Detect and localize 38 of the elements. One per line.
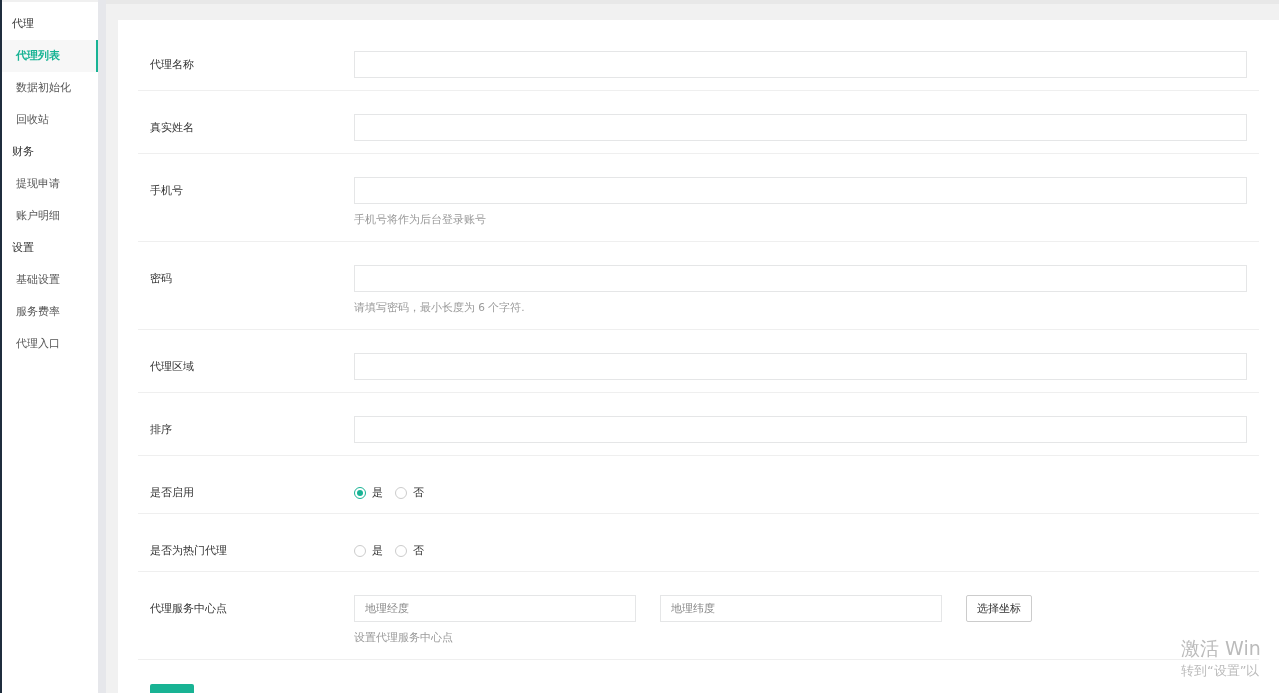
sidebar-item[interactable]: 账户明细 [2,200,98,232]
help-text: 手机号将作为后台登录账号 [354,213,486,227]
input-field[interactable] [354,51,1247,78]
input-field[interactable] [354,265,1247,292]
input-field[interactable] [354,416,1247,443]
field-label: 真实姓名 [150,120,195,136]
radio-label: 否 [413,543,424,558]
field-label: 代理区域 [150,359,195,375]
field-label: 密码 [150,271,173,287]
sidebar-group-title: 财务 [11,144,35,160]
sidebar-item[interactable]: 回收站 [2,104,98,136]
activation-title: 激活 Win [1181,636,1261,661]
help-text: 请填写密码，最小长度为 6 个字符. [354,301,525,315]
input-field[interactable] [354,114,1247,141]
input-field[interactable]: 地理经度 [354,595,636,622]
sidebar-item[interactable]: 代理入口 [2,328,98,360]
submit-button[interactable] [150,684,194,693]
sidebar-group-title: 代理 [11,16,35,32]
field-label: 是否启用 [150,485,195,501]
radio-label: 是 [372,543,383,558]
field-label: 排序 [150,422,173,438]
field-label: 代理名称 [150,57,195,73]
activation-subtitle: 转到“设置”以 [1181,662,1261,680]
sidebar-group-title: 设置 [11,240,35,256]
field-label: 是否为热门代理 [150,543,228,559]
input-field[interactable]: 地理纬度 [660,595,942,622]
help-text: 设置代理服务中心点 [354,631,453,645]
select-coordinates-button[interactable]: 选择坐标 [966,595,1032,622]
radio-label: 是 [372,485,383,500]
field-label: 代理服务中心点 [150,601,228,617]
sidebar-item[interactable]: 提现申请 [2,168,98,200]
input-field[interactable] [354,353,1247,380]
radio-label: 否 [413,485,424,500]
sidebar-item[interactable]: 服务费率 [2,296,98,328]
sidebar-item[interactable]: 基础设置 [2,264,98,296]
sidebar-item[interactable]: 数据初始化 [2,72,98,104]
field-label: 手机号 [150,183,184,199]
input-field[interactable] [354,177,1247,204]
